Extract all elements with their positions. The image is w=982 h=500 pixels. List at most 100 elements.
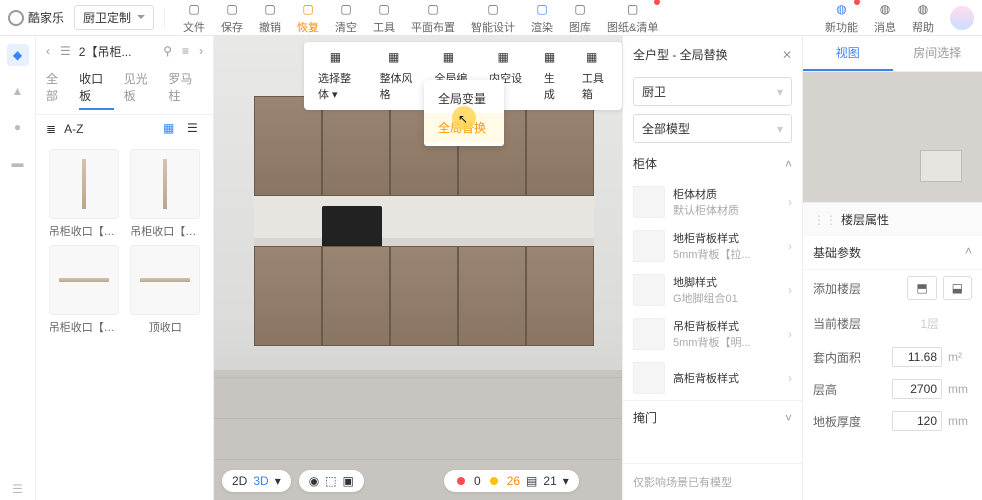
category-tab[interactable]: 见光板 — [124, 70, 159, 110]
mode-gen[interactable]: ▦生成 — [534, 46, 572, 106]
sort-label[interactable]: A-Z — [64, 122, 83, 136]
library-item[interactable]: 顶收口 — [128, 245, 204, 335]
property-row: 套内面积11.68m² — [803, 341, 982, 373]
material-thumb — [633, 318, 665, 350]
clear-button[interactable]: ▢清空 — [327, 1, 365, 35]
replace-row[interactable]: 柜体材质默认柜体材质› — [623, 180, 802, 224]
chevron-right-icon: › — [788, 283, 792, 297]
save-icon: ▢ — [224, 1, 240, 17]
property-value[interactable]: 2700 — [892, 379, 942, 399]
library-item[interactable]: 吊柜收口【左】 — [46, 245, 122, 335]
list-icon[interactable]: ☰ — [58, 42, 73, 60]
file-button[interactable]: ▢文件 — [175, 1, 213, 35]
library-item[interactable]: 吊柜收口【右】 — [128, 149, 204, 239]
items-grid: 吊柜收口【一...吊柜收口【右】吊柜收口【左】顶收口 — [36, 143, 213, 341]
property-row: 地板厚度120mm — [803, 405, 982, 437]
collapse-icon[interactable]: › — [197, 42, 205, 60]
smart-button[interactable]: ▢智能设计 — [463, 1, 523, 35]
property-row: 层高2700mm — [803, 373, 982, 405]
material-thumb — [633, 186, 665, 218]
back-icon[interactable]: ‹ — [44, 42, 52, 60]
mode-dropdown-label: 厨卫定制 — [83, 9, 131, 26]
property-value[interactable]: 11.68 — [892, 347, 942, 367]
help-button[interactable]: ◍帮助 — [904, 1, 942, 35]
msg-button[interactable]: ◍消息 — [866, 1, 904, 35]
panel-title: 2【吊柜... — [79, 43, 155, 60]
property-value: 1层 — [892, 312, 942, 335]
sort-icon[interactable]: ≣ — [46, 122, 56, 136]
cube-icon[interactable]: ⬚ — [325, 474, 336, 488]
library-item[interactable]: 吊柜收口【一... — [46, 149, 122, 239]
chevron-down-icon[interactable]: ˅ — [785, 411, 792, 425]
right-tabs: 视图 房间选择 — [803, 36, 982, 72]
layout-button[interactable]: ▢平面布置 — [403, 1, 463, 35]
rail-collapse-icon[interactable]: ☰ — [7, 478, 29, 500]
drag-handle-icon[interactable]: ⋮⋮ — [813, 213, 837, 227]
add-floor-up[interactable]: ⬒ — [907, 276, 936, 300]
close-icon[interactable]: ✕ — [782, 48, 792, 62]
redo-button[interactable]: ▢恢复 — [289, 1, 327, 35]
category-tabs: 全部收口板见光板罗马柱 — [36, 66, 213, 115]
add-floor-down[interactable]: ⬓ — [943, 276, 972, 300]
model-select[interactable]: 全部模型▾ — [633, 114, 792, 143]
undo-button[interactable]: ▢撤销 — [251, 1, 289, 35]
replace-row[interactable]: 吊柜背板样式5mm背板【明...› — [623, 312, 802, 356]
chevron-down-icon: ▾ — [563, 474, 569, 488]
chevron-down-icon: ▾ — [275, 474, 281, 488]
category-tab[interactable]: 收口板 — [79, 70, 114, 110]
chevron-right-icon: › — [788, 239, 792, 253]
replace-row[interactable]: 高柜背板样式› — [623, 356, 802, 400]
search-icon[interactable]: ⚲ — [161, 42, 174, 60]
view-2d-3d-toggle[interactable]: 2D 3D ▾ — [222, 470, 291, 492]
material-thumb — [633, 274, 665, 306]
mode-dropdown[interactable]: 厨卫定制 — [74, 5, 154, 30]
save-button[interactable]: ▢保存 — [213, 1, 251, 35]
top-toolbar: 酷家乐 厨卫定制 ▢文件▢保存▢撤销▢恢复▢清空▢工具▢平面布置▢智能设计▢渲染… — [0, 0, 982, 36]
floorplan-preview[interactable] — [803, 72, 982, 202]
tab-view[interactable]: 视图 — [803, 36, 893, 71]
empty-icon: ▦ — [498, 50, 516, 68]
property-row: 添加楼层⬒⬓ — [803, 270, 982, 306]
rail-item-2-icon[interactable]: ▲ — [7, 80, 29, 102]
chevron-up-icon[interactable]: ˄ — [785, 157, 792, 171]
chevron-right-icon: › — [788, 371, 792, 385]
drawing-button[interactable]: ▢图纸&清单 — [599, 1, 666, 35]
clear-icon: ▢ — [338, 1, 354, 17]
images-icon: ▢ — [572, 1, 588, 17]
gedit-icon: ▦ — [443, 50, 461, 68]
list-view-icon[interactable]: ☰ — [187, 121, 203, 137]
library-panel: ‹ ☰ 2【吊柜... ⚲ ≡ › 全部收口板见光板罗马柱 ≣ A-Z ▦ ☰ … — [36, 36, 214, 500]
replace-row[interactable]: 地脚样式G地脚组合01› — [623, 268, 802, 312]
room-select[interactable]: 厨卫▾ — [633, 77, 792, 106]
gen-icon: ▦ — [544, 50, 562, 68]
new-icon: ◍ — [834, 1, 850, 17]
tools-button[interactable]: ▢工具 — [365, 1, 403, 35]
layout-icon: ▢ — [425, 1, 441, 17]
mode-select[interactable]: ▦选择整体 ▾ — [308, 46, 370, 106]
mode-style[interactable]: ▦整体风格 — [370, 46, 425, 106]
new-button[interactable]: ◍新功能 — [817, 1, 866, 35]
render-button[interactable]: ▢渲染 — [523, 1, 561, 35]
status-counts[interactable]: 0 26 ▤21 ▾ — [444, 470, 579, 492]
rail-item-4-icon[interactable]: ▬ — [7, 152, 29, 174]
category-tab[interactable]: 罗马柱 — [168, 70, 203, 110]
rail-item-3-icon[interactable]: ● — [7, 116, 29, 138]
property-value[interactable]: 120 — [892, 411, 942, 431]
replace-row[interactable]: 地柜背板样式5mm背板【拉...› — [623, 224, 802, 268]
mode-toolbox[interactable]: ▦工具箱 — [572, 46, 618, 106]
images-button[interactable]: ▢图库 — [561, 1, 599, 35]
view-tools[interactable]: ◉ ⬚ ▣ — [299, 470, 364, 492]
rail-library-icon[interactable]: ◆ — [7, 44, 29, 66]
category-tab[interactable]: 全部 — [46, 70, 69, 110]
eye-icon[interactable]: ◉ — [309, 474, 319, 488]
viewport-3d[interactable]: ▦选择整体 ▾▦整体风格▦全局编辑▦内空设计▦生成▦工具箱 全局变量 全局替换 … — [214, 36, 622, 500]
brand: 酷家乐 — [8, 9, 64, 26]
box-icon[interactable]: ▣ — [343, 474, 354, 488]
global-replace-panel: 全户型 - 全局替换 ✕ 厨卫▾ 全部模型▾ 柜体˄ 柜体材质默认柜体材质›地柜… — [622, 36, 802, 500]
tab-room-select[interactable]: 房间选择 — [893, 36, 982, 71]
cursor-icon: ↖ — [458, 112, 468, 126]
smart-icon: ▢ — [485, 1, 501, 17]
user-avatar[interactable] — [950, 6, 974, 30]
filter-icon[interactable]: ≡ — [180, 42, 191, 60]
grid-view-icon[interactable]: ▦ — [163, 121, 179, 137]
